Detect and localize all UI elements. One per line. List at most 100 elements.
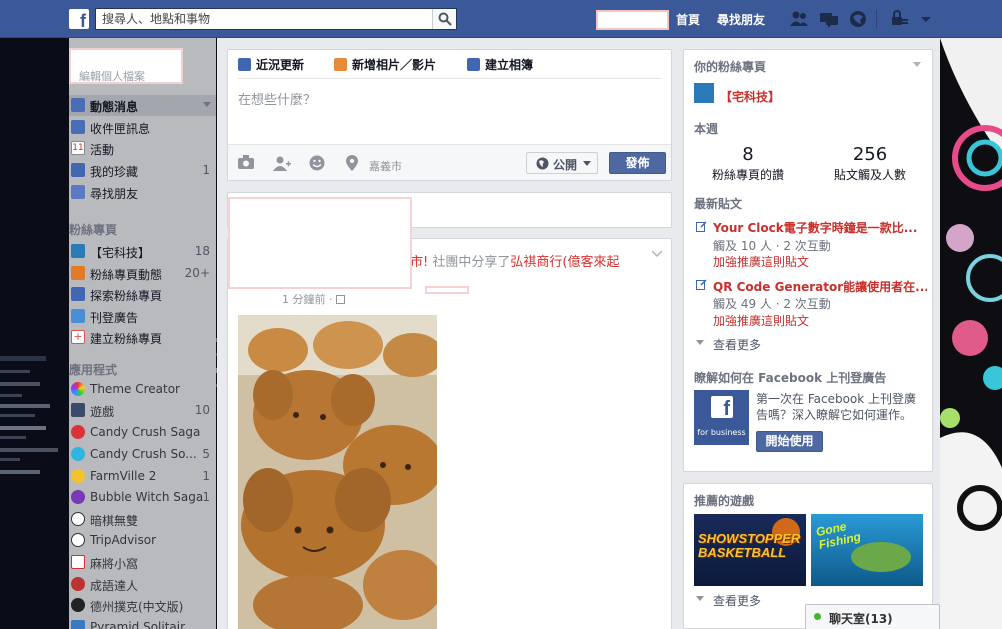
story-actor-link[interactable]: 市! [410,255,432,270]
sidebar-item-theme-creator[interactable]: Theme Creator [69,379,216,400]
games-icon [71,403,85,417]
messages-icon [71,120,85,134]
chat-sidebar-tab[interactable]: 聊天室(13) [805,604,940,629]
recent-post-2-title[interactable]: QR Code Generator能讓使用者在... [713,278,927,295]
sidebar-item-label: 粉絲專頁動態 [90,268,163,282]
profile-link[interactable] [596,10,669,30]
pages-feed-icon [71,266,85,280]
page-avatar[interactable] [694,83,714,103]
status-input[interactable]: 在想些什麼？ [238,89,316,108]
solitaire-icon [71,620,85,629]
story-photo-bread[interactable] [238,315,437,629]
search-input[interactable] [96,9,432,29]
location-icon[interactable] [346,155,358,171]
story-group-link[interactable]: 弘祺商行(億客來起 [510,255,619,270]
boost-post-1-link[interactable]: 加強推廣這則貼文 [713,253,809,270]
games-see-more-link[interactable]: 查看更多 [713,592,761,609]
page-name-link[interactable]: 【宅科技】 [720,88,780,105]
camera-icon[interactable] [238,155,254,169]
see-more-chevron-icon [696,596,704,601]
sidebar-item-label: 活動 [90,143,115,157]
sidebar-item-candy-crush-soda[interactable]: Candy Crush So... 5 [69,444,216,465]
friend-requests-icon[interactable] [789,10,809,28]
get-started-button[interactable]: 開始使用 [756,431,823,452]
pages-section-heading[interactable]: 粉絲專頁 [69,221,117,238]
sidebar-item-news-feed[interactable]: 動態消息 [69,95,216,116]
edit-profile-link[interactable]: 編輯個人檔案 [79,68,179,84]
tab-create-album[interactable]: 建立相簿 [467,56,533,73]
game-gone-fishing[interactable]: Gone Fishing [811,514,923,586]
sidebar-item-label: 尋找朋友 [90,187,139,201]
sidebar-item-tripadvisor[interactable]: TripAdvisor [69,530,216,551]
story-timestamp[interactable]: 1 分鐘前 · [282,291,345,307]
recent-posts-heading: 最新貼文 [694,197,743,211]
page-likes-label[interactable]: 粉絲專頁的讚 [684,166,812,183]
find-friends-link[interactable]: 尋找朋友 [717,11,765,28]
privacy-shortcuts-icon[interactable] [890,10,910,28]
account-menu-chevron-icon[interactable] [916,10,936,28]
story-options-chevron-icon[interactable] [652,250,662,258]
story-author-redacted[interactable] [228,197,412,289]
sidebar-item-games[interactable]: 遊戲 10 [69,400,216,421]
sidebar-item-label: 探索粉絲專頁 [90,289,163,303]
home-link[interactable]: 首頁 [676,11,700,28]
tab-status-update[interactable]: 近況更新 [238,56,304,73]
sidebar-item-count: 1 [202,490,210,504]
sidebar-item-saved[interactable]: 我的珍藏 1 [69,160,216,181]
profile-name-redacted[interactable]: 編輯個人檔案 [69,48,183,84]
recommended-games-heading[interactable]: 推薦的遊戲 [694,492,754,509]
sidebar-item-label: Bubble Witch Saga [90,490,204,504]
sidebar-item-like-pages[interactable]: 探索粉絲專頁 [69,284,216,305]
apps-section-heading[interactable]: 應用程式 [69,361,117,378]
ads-description: 第一次在 Facebook 上刊登廣告嗎？深入瞭解它如何運作。 [756,392,917,422]
sidebar-item-label: 成語達人 [90,579,139,593]
sidebar-item-page-zhai[interactable]: 【宅科技】 18 [69,241,216,262]
sidebar-item-farmville[interactable]: FarmVille 2 1 [69,466,216,487]
notifications-icon[interactable] [848,10,868,28]
sidebar-item-find-friends[interactable]: 尋找朋友 [69,182,216,203]
mahjong-icon [71,555,85,569]
post-button[interactable]: 發佈 [609,152,666,174]
sidebar-item-poker[interactable]: 德州撲克(中文版) [69,595,216,616]
post-edit-icon [696,279,707,290]
farmville-icon [71,469,85,483]
ads-heading[interactable]: 瞭解如何在 Facebook 上刊登廣告 [694,369,886,386]
tag-friends-icon[interactable] [273,155,291,171]
sidebar-item-solitaire[interactable]: Pyramid Solitair... [69,617,216,629]
sidebar-item-idiom[interactable]: 成語達人 [69,574,216,595]
location-text[interactable]: 嘉義市 [369,158,402,174]
game-showstopper-basketball[interactable]: SHOWSTOPPER BASKETBALL [694,514,806,586]
sidebar-item-pages-feed[interactable]: 粉絲專頁動態 20+ [69,263,216,284]
feeling-icon[interactable] [309,155,325,171]
sidebar-item-events[interactable]: 11 活動 [69,138,216,159]
news-feed-icon [71,98,85,112]
facebook-logo[interactable]: f [69,9,89,31]
sidebar-item-label: FarmVille 2 [90,469,157,483]
see-more-link[interactable]: 查看更多 [713,336,761,353]
sidebar-item-create-page[interactable]: + 建立粉絲專頁 [69,327,216,348]
sidebar-item-bubble-witch[interactable]: Bubble Witch Saga 1 [69,487,216,508]
chevron-down-icon[interactable] [203,102,211,108]
sidebar-item-candy-crush[interactable]: Candy Crush Saga [69,422,216,443]
search-button[interactable] [432,9,456,29]
privacy-selector[interactable]: 公開 [526,152,598,174]
messages-icon[interactable] [819,10,839,28]
recent-post-1-title[interactable]: Your Clock電子數字時鐘是一款比... [713,219,927,236]
sidebar-item-chess[interactable]: 暗棋無雙 [69,509,216,530]
background-graphic-right [940,38,1002,629]
sidebar-item-mahjong[interactable]: 麻將小窩 [69,552,216,573]
tab-add-photo-video[interactable]: 新增相片／影片 [334,56,436,73]
chess-icon [71,512,85,526]
your-pages-heading[interactable]: 你的粉絲專頁 [694,58,766,75]
post-reach-label[interactable]: 貼文觸及人數 [806,166,934,183]
candy-crush-soda-icon [71,447,85,461]
panel-chevron-icon[interactable] [913,62,921,68]
sidebar-item-create-ad[interactable]: 刊登廣告 [69,306,216,327]
search-icon [438,12,452,26]
sidebar-item-messages[interactable]: 收件匣訊息 [69,117,216,138]
pencil-icon [238,58,251,71]
photo-icon [334,58,347,71]
facebook-for-business-logo[interactable]: f for business [694,390,749,445]
story-name-redacted[interactable] [425,286,469,294]
boost-post-2-link[interactable]: 加強推廣這則貼文 [713,312,809,329]
